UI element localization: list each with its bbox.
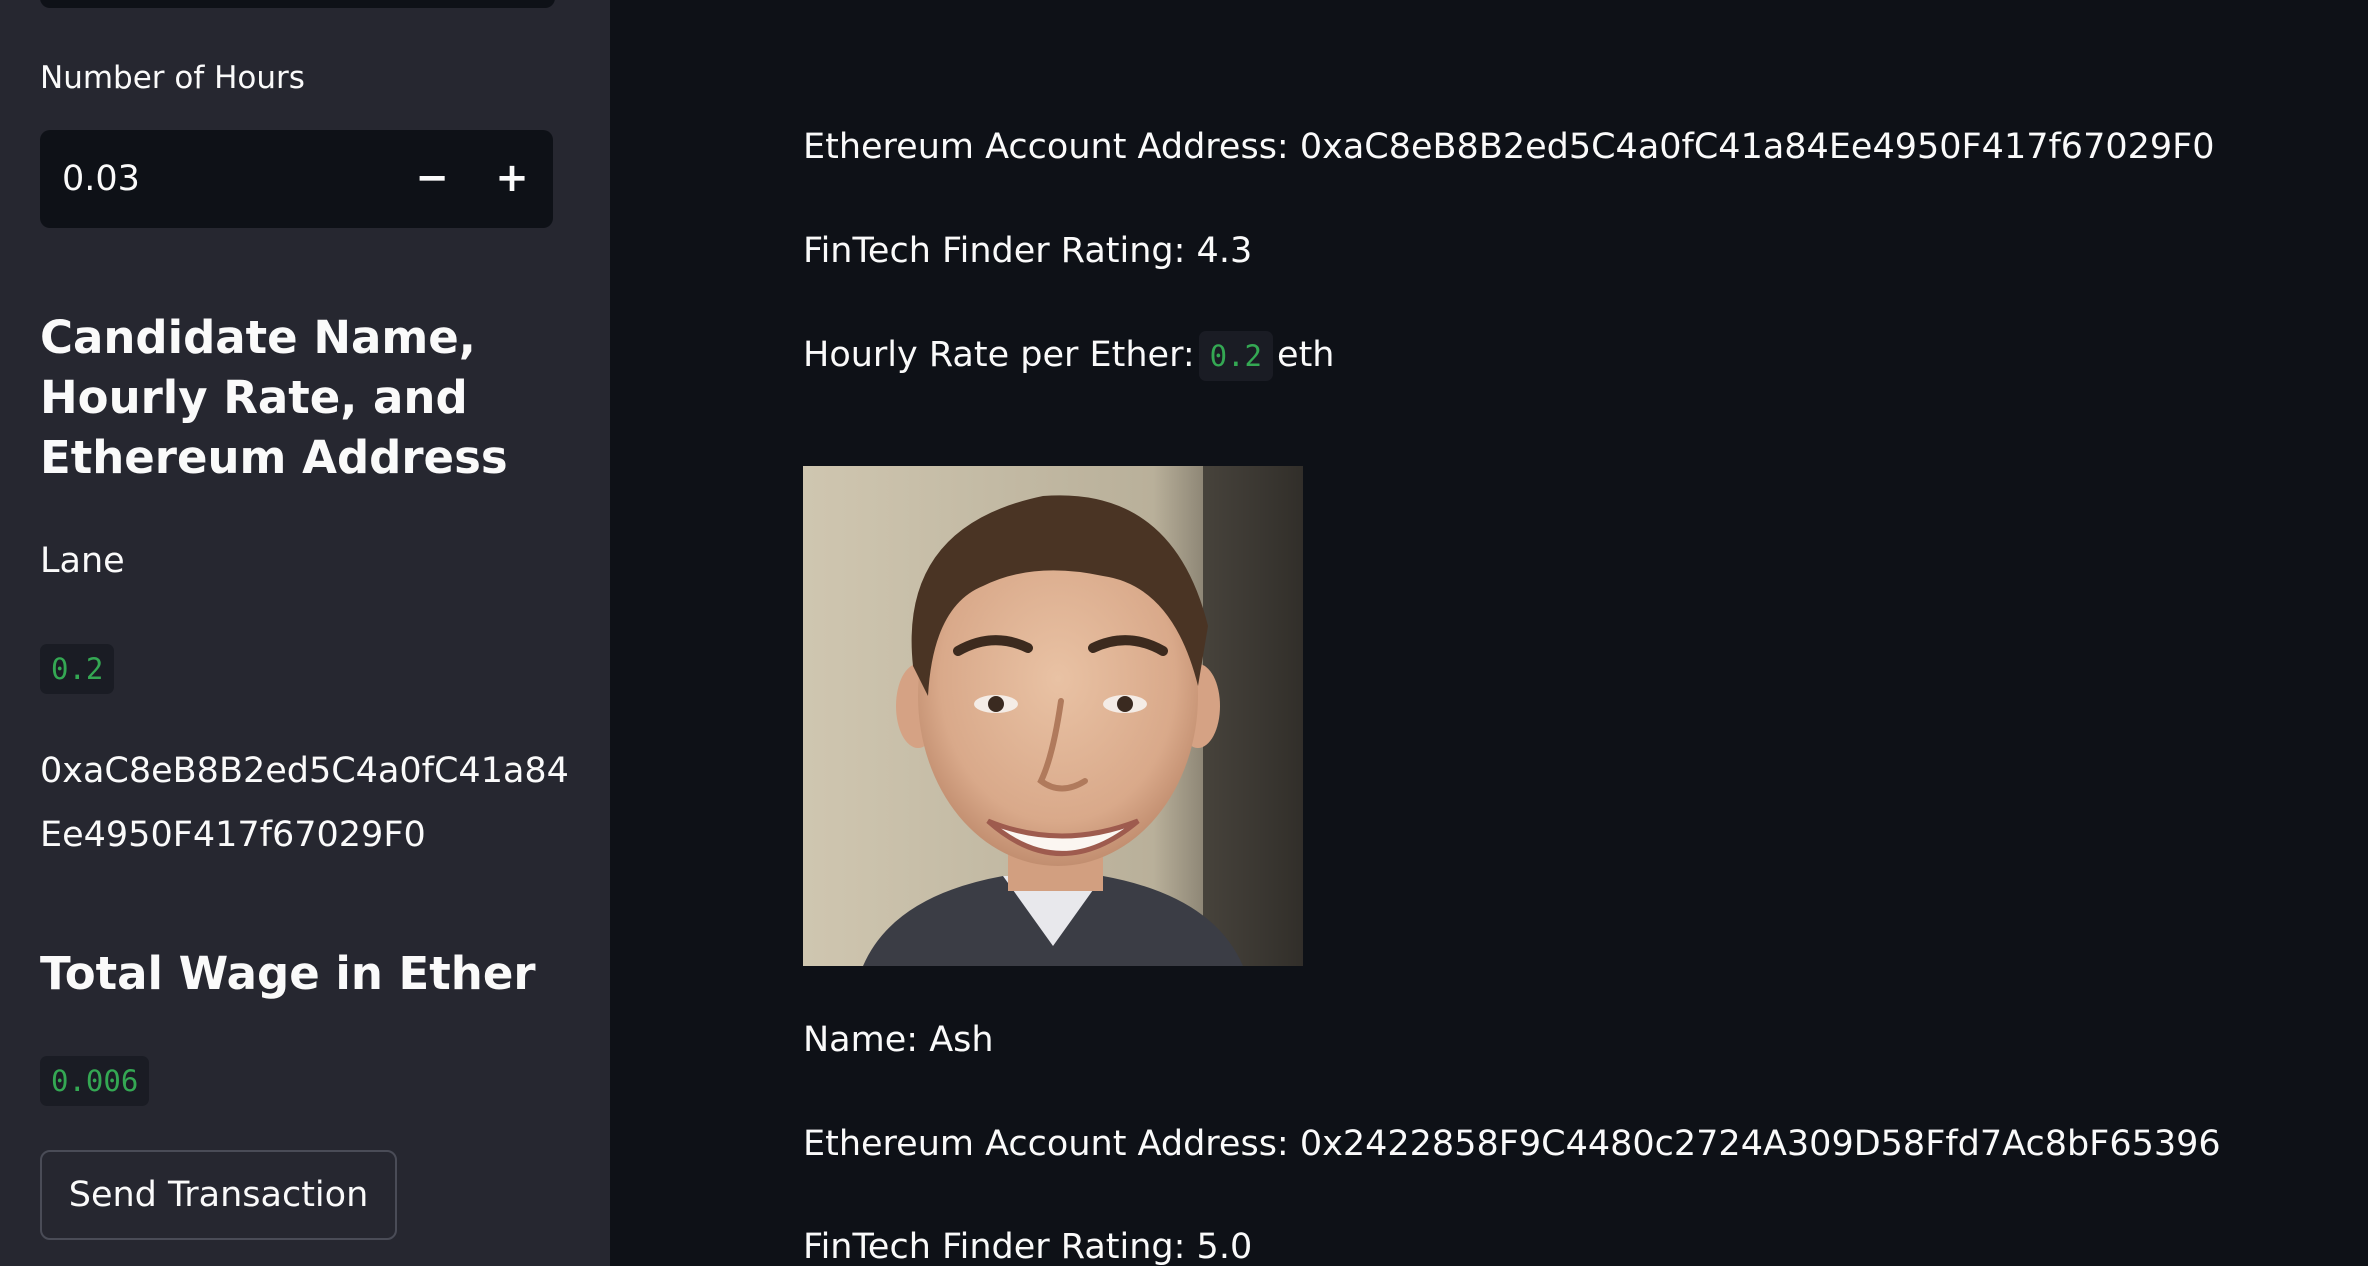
candidate1-rate-line: Hourly Rate per Ether: 0.2 eth [803, 330, 1335, 381]
decrement-button[interactable]: − [392, 130, 472, 228]
candidate-address: 0xaC8eB8B2ed5C4a0fC41a84Ee4950F417f67029… [40, 751, 569, 855]
candidate2-rating-label: FinTech Finder Rating: [803, 1227, 1186, 1266]
plus-icon: + [495, 155, 529, 201]
hours-number-input[interactable]: 0.03 − + [40, 130, 553, 228]
candidate1-rating-line: FinTech Finder Rating: 4.3 [803, 226, 1252, 276]
candidate1-rate-label: Hourly Rate per Ether: [803, 335, 1195, 375]
candidate1-rating-value: 4.3 [1196, 231, 1253, 271]
candidate2-name-value: Ash [929, 1020, 994, 1060]
sidebar: Number of Hours 0.03 − + Candidate Name,… [0, 0, 610, 1266]
candidate2-address-label: Ethereum Account Address: [803, 1124, 1289, 1164]
candidate2-name-label: Name: [803, 1020, 919, 1060]
candidate1-rate-unit: eth [1277, 335, 1335, 375]
total-wage-code: 0.006 [40, 1056, 150, 1106]
candidate-portrait-image [803, 466, 1303, 966]
candidate-rate-code: 0.2 [40, 644, 115, 694]
candidate2-name-line: Name: Ash [803, 1015, 994, 1065]
streamlit-app: Number of Hours 0.03 − + Candidate Name,… [0, 0, 2368, 1266]
main-content: Ethereum Account Address: 0xaC8eB8B2ed5C… [610, 0, 2368, 1266]
candidate2-rating-line: FinTech Finder Rating: 5.0 [803, 1222, 1252, 1266]
candidate-heading: Candidate Name, Hourly Rate, and Ethereu… [40, 311, 508, 484]
hours-input-value[interactable]: 0.03 [62, 130, 140, 228]
candidate1-rating-label: FinTech Finder Rating: [803, 231, 1186, 271]
send-transaction-button[interactable]: Send Transaction [40, 1150, 397, 1240]
candidate2-address-line: Ethereum Account Address: 0x2422858F9C44… [803, 1119, 2221, 1169]
candidate-name: Lane [40, 541, 125, 581]
candidate1-address-label: Ethereum Account Address: [803, 127, 1289, 167]
total-wage-heading: Total Wage in Ether [40, 947, 536, 1000]
hours-label: Number of Hours [40, 60, 305, 96]
sidebar-top-input-edge[interactable] [40, 0, 555, 8]
candidate2-rating-value: 5.0 [1196, 1227, 1253, 1266]
candidate1-rate-code: 0.2 [1198, 331, 1274, 381]
candidate2-photo [803, 466, 1303, 966]
increment-button[interactable]: + [472, 130, 552, 228]
minus-icon: − [415, 155, 449, 201]
candidate2-address-value: 0x2422858F9C4480c2724A309D58Ffd7Ac8bF653… [1299, 1124, 2221, 1164]
candidate1-address-line: Ethereum Account Address: 0xaC8eB8B2ed5C… [803, 122, 2215, 172]
candidate1-address-value: 0xaC8eB8B2ed5C4a0fC41a84Ee4950F417f67029… [1299, 127, 2215, 167]
